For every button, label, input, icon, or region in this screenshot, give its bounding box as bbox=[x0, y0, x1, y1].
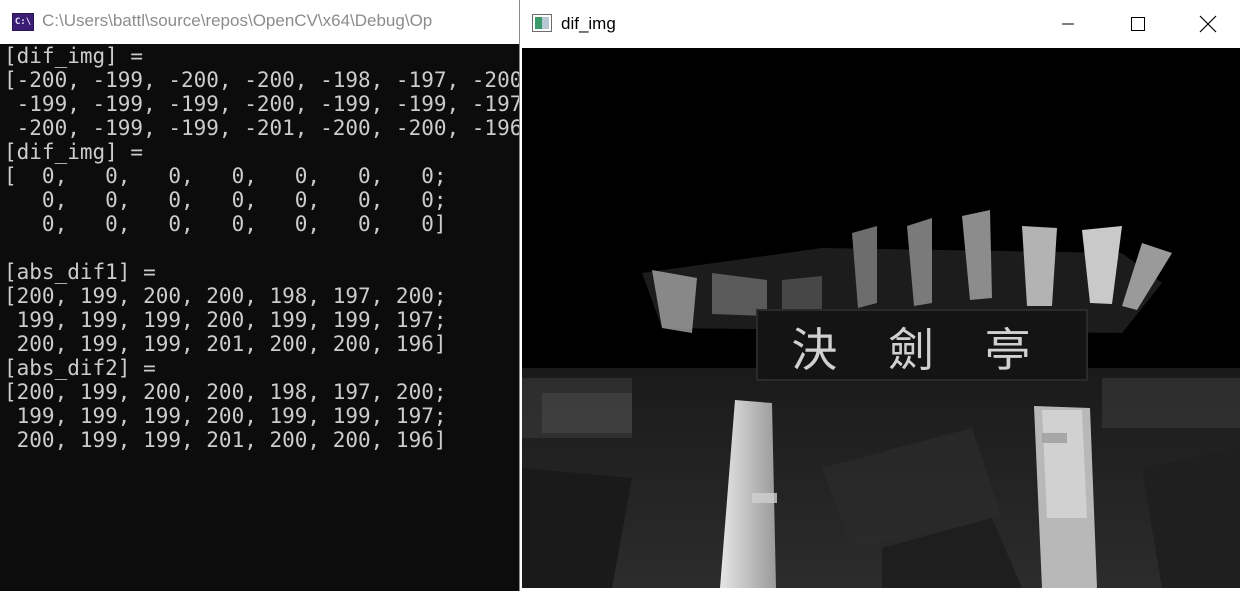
console-line: -199, -199, -199, -200, -199, -199, -197… bbox=[4, 92, 520, 116]
image-canvas[interactable]: 決 劍 亭 bbox=[522, 48, 1240, 588]
console-line: 199, 199, 199, 200, 199, 199, 197; bbox=[4, 404, 447, 428]
close-button[interactable] bbox=[1176, 0, 1240, 47]
console-line: [dif_img] = bbox=[4, 44, 144, 68]
minimize-button[interactable] bbox=[1036, 0, 1100, 47]
console-window[interactable]: C:\ C:\Users\battl\source\repos\OpenCV\x… bbox=[0, 0, 520, 591]
console-line: 199, 199, 199, 200, 199, 199, 197; bbox=[4, 308, 447, 332]
console-line: [-200, -199, -200, -200, -198, -197, -20… bbox=[4, 68, 520, 92]
image-window[interactable]: dif_img 決 劍 亭 bbox=[519, 0, 1242, 591]
image-window-title: dif_img bbox=[561, 14, 616, 33]
console-line: [200, 199, 200, 200, 198, 197, 200; bbox=[4, 284, 447, 308]
difference-image: 決 劍 亭 bbox=[522, 48, 1240, 588]
maximize-icon bbox=[1131, 16, 1145, 31]
close-icon bbox=[1199, 15, 1217, 32]
console-icon: C:\ bbox=[12, 13, 34, 31]
console-line: [abs_dif1] = bbox=[4, 260, 156, 284]
image-window-icon bbox=[532, 14, 552, 32]
sign-text: 決 劍 亭 bbox=[791, 323, 1048, 377]
console-titlebar[interactable]: C:\ C:\Users\battl\source\repos\OpenCV\x… bbox=[0, 0, 520, 44]
console-output[interactable]: [dif_img] = [-200, -199, -200, -200, -198… bbox=[4, 44, 520, 452]
console-title: C:\Users\battl\source\repos\OpenCV\x64\D… bbox=[42, 11, 433, 30]
console-line: 200, 199, 199, 201, 200, 200, 196] bbox=[4, 428, 447, 452]
maximize-button[interactable] bbox=[1106, 0, 1170, 47]
image-window-titlebar[interactable]: dif_img bbox=[520, 0, 1242, 47]
console-line: [abs_dif2] = bbox=[4, 356, 156, 380]
console-line: -200, -199, -199, -201, -200, -200, -196… bbox=[4, 116, 520, 140]
console-line: [dif_img] = bbox=[4, 140, 144, 164]
console-line: 200, 199, 199, 201, 200, 200, 196] bbox=[4, 332, 447, 356]
console-line: [200, 199, 200, 200, 198, 197, 200; bbox=[4, 380, 447, 404]
console-line: [ 0, 0, 0, 0, 0, 0, 0; bbox=[4, 164, 447, 188]
console-line: 0, 0, 0, 0, 0, 0, 0] bbox=[4, 212, 447, 236]
console-line: 0, 0, 0, 0, 0, 0, 0; bbox=[4, 188, 447, 212]
minimize-icon bbox=[1062, 23, 1074, 24]
